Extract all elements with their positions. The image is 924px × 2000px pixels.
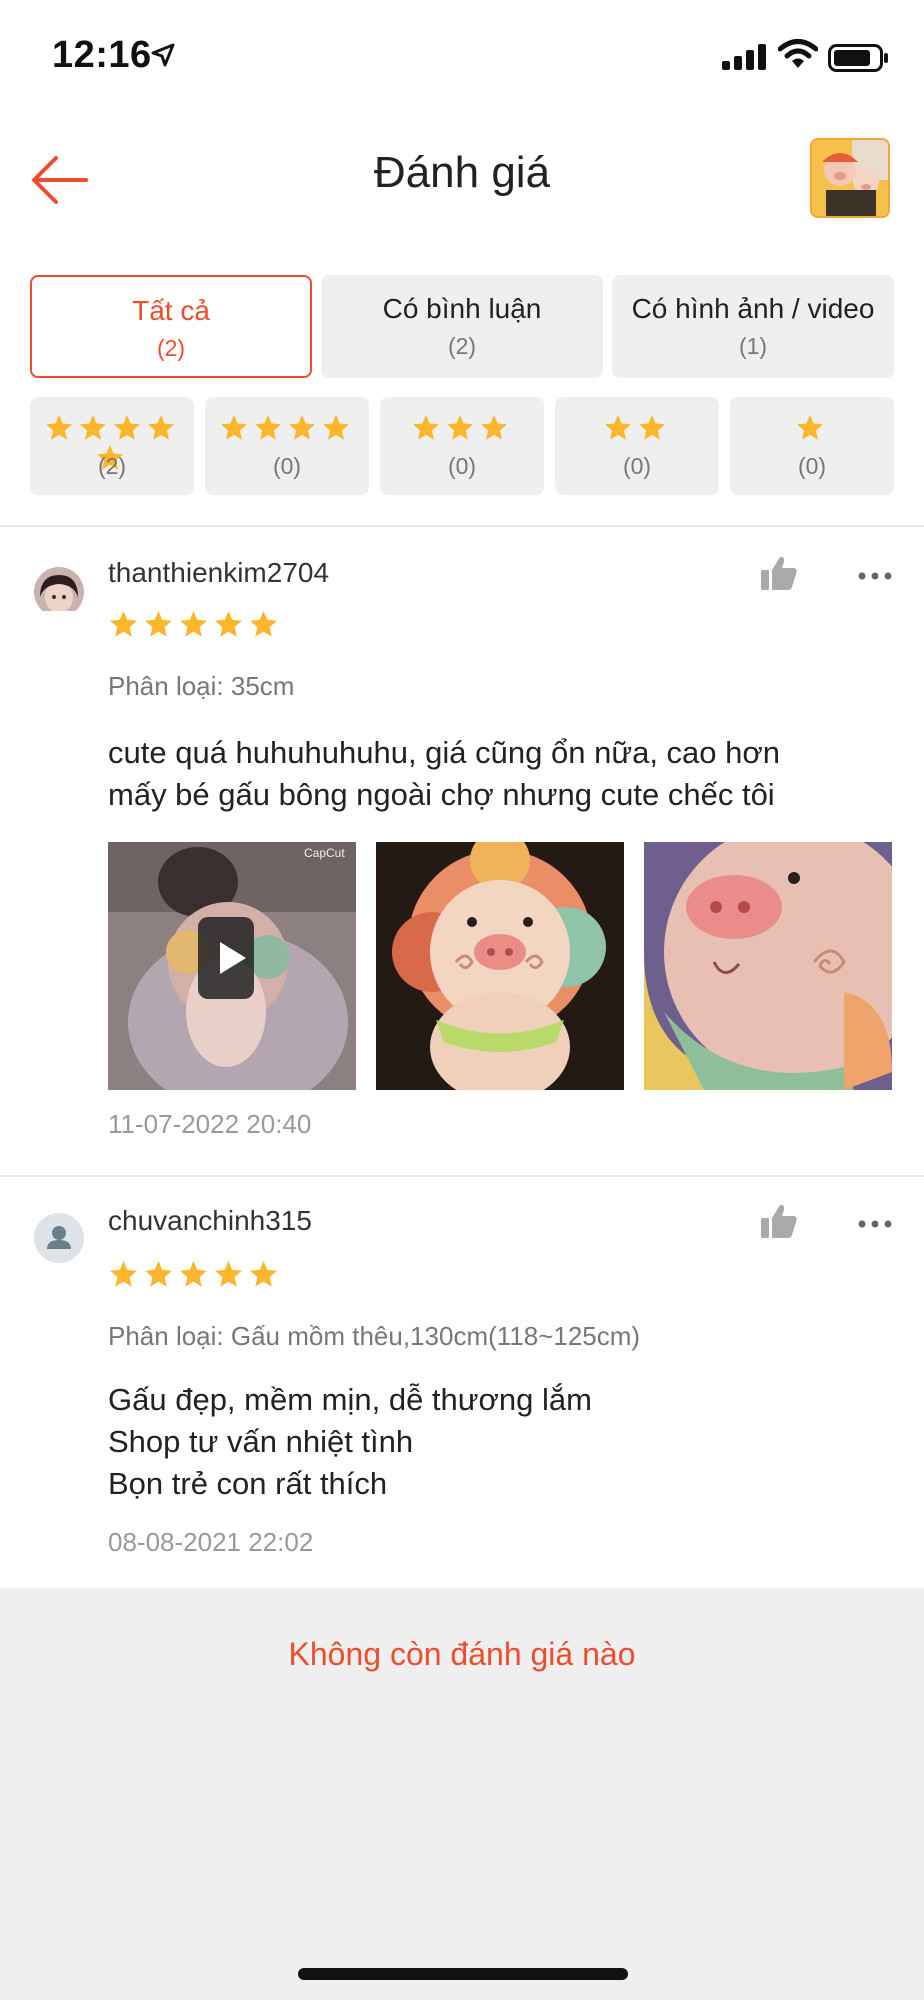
tab-label: Có bình luận	[382, 293, 542, 324]
comment-line: mấy bé gấu bông ngoài chợ nhưng cute chế…	[108, 777, 775, 812]
status-bar: 12:16	[0, 0, 924, 110]
tab-count: (2)	[447, 333, 477, 359]
user-photo	[34, 567, 84, 617]
star-icon	[255, 414, 282, 440]
tab-with-comments[interactable]: Có bình luận (2)	[321, 275, 603, 378]
battery-icon	[828, 44, 888, 72]
star-icon	[145, 610, 172, 637]
review-date: 08-08-2021 22:02	[108, 1527, 314, 1557]
wifi-icon	[778, 39, 818, 68]
tab-count: (2)	[156, 335, 186, 361]
review-item: thanthienkim2704 Phân loại: 35cm cute qu…	[0, 527, 924, 1175]
star-icon	[413, 414, 440, 440]
status-time: 12:16	[52, 34, 152, 76]
tab-with-media[interactable]: Có hình ảnh / video (1)	[612, 275, 894, 378]
tab-label: Có hình ảnh / video	[631, 293, 875, 324]
comment-line: Gấu đẹp, mềm mịn, dễ thương lắm	[108, 1382, 592, 1417]
star-icon	[797, 414, 824, 440]
star-filter-count: (0)	[797, 453, 827, 479]
star-icon	[110, 1260, 137, 1287]
star-icon	[215, 1260, 242, 1287]
star-icon	[215, 610, 242, 637]
product-thumbnail[interactable]	[810, 138, 890, 218]
star-icon	[250, 610, 277, 637]
star-icon	[639, 414, 665, 440]
username[interactable]: thanthienkim2704	[108, 557, 329, 589]
star-filter-count: (0)	[622, 453, 652, 479]
product-image	[812, 140, 888, 216]
star-icon	[46, 414, 73, 440]
review-comment: cute quá huhuhuhuhu, giá cũng ổn nữa, ca…	[108, 732, 898, 816]
variant-label: Phân loại: 35cm	[108, 671, 295, 701]
default-avatar-icon	[47, 1226, 71, 1249]
more-dots-icon[interactable]	[858, 1219, 892, 1229]
star-icon	[605, 414, 632, 440]
review-date: 11-07-2022 20:40	[108, 1109, 312, 1139]
review-video[interactable]: CapCut	[108, 842, 356, 1090]
stars	[205, 413, 369, 447]
star-filter-4[interactable]: (0)	[205, 397, 369, 495]
star-icon	[145, 1260, 172, 1287]
star-filter-count: (0)	[272, 453, 302, 479]
star-icon	[221, 414, 248, 440]
stars	[730, 413, 894, 447]
location-arrow-icon	[151, 43, 175, 67]
thumbs-up-icon[interactable]	[760, 555, 798, 591]
home-indicator[interactable]	[298, 1968, 628, 1980]
variant-label: Phân loại: Gấu mồm thêu,130cm(118~125cm)	[108, 1321, 641, 1351]
review-comment: Gấu đẹp, mềm mịn, dễ thương lắm Shop tư …	[108, 1379, 898, 1505]
star-filters: (2) (0) (0) (0) (0)	[30, 397, 894, 495]
star-filter-2[interactable]: (0)	[555, 397, 719, 495]
no-more-reviews-text: Không còn đánh giá nào	[288, 1636, 636, 1672]
star-icon	[80, 414, 107, 440]
avatar[interactable]	[34, 1213, 84, 1263]
stars	[555, 413, 719, 447]
header: Đánh giá	[0, 110, 924, 245]
star-filter-1[interactable]: (0)	[730, 397, 894, 495]
video-thumbnail	[108, 842, 356, 1090]
star-icon	[322, 414, 349, 440]
page-title: Đánh giá	[373, 148, 551, 197]
comment-line: cute quá huhuhuhuhu, giá cũng ổn nữa, ca…	[108, 735, 780, 770]
review-photo[interactable]	[644, 842, 892, 1090]
photo-thumbnail	[376, 842, 624, 1090]
footer-area: Không còn đánh giá nào	[0, 1588, 924, 2000]
filter-tabs: Tất cả (2) Có bình luận (2) Có hình ảnh …	[30, 275, 894, 378]
star-icon	[480, 414, 507, 440]
tab-all[interactable]: Tất cả (2)	[30, 275, 312, 378]
star-icon	[147, 414, 174, 440]
stars	[380, 413, 544, 447]
avatar[interactable]	[34, 567, 84, 617]
star-icon	[180, 610, 207, 637]
thumbs-up-icon[interactable]	[760, 1203, 798, 1239]
rating-stars	[108, 609, 283, 640]
signal-icon	[722, 44, 766, 70]
star-icon	[289, 414, 315, 440]
review-photo[interactable]	[376, 842, 624, 1090]
star-icon	[110, 610, 137, 637]
comment-line: Shop tư vấn nhiệt tình	[108, 1424, 414, 1459]
review-item: chuvanchinh315 Phân loại: Gấu mồm thêu,1…	[0, 1177, 924, 1588]
star-filter-3[interactable]: (0)	[380, 397, 544, 495]
watermark: CapCut	[304, 846, 345, 860]
more-dots-icon[interactable]	[858, 571, 892, 581]
star-filter-count: (0)	[447, 453, 477, 479]
tab-label: Tất cả	[132, 295, 210, 326]
username[interactable]: chuvanchinh315	[108, 1205, 312, 1237]
star-filter-5[interactable]: (2)	[30, 397, 194, 495]
star-icon	[180, 1260, 207, 1287]
rating-stars	[108, 1259, 283, 1290]
star-icon	[114, 414, 140, 440]
star-icon	[447, 414, 474, 440]
comment-line: Bọn trẻ con rất thích	[108, 1466, 388, 1501]
star-icon	[250, 1260, 277, 1287]
tab-count: (1)	[738, 333, 768, 359]
photo-thumbnail	[644, 842, 892, 1090]
star-filter-count: (2)	[97, 453, 127, 479]
stars	[30, 413, 194, 470]
review-media-row: CapCut	[108, 842, 898, 1090]
